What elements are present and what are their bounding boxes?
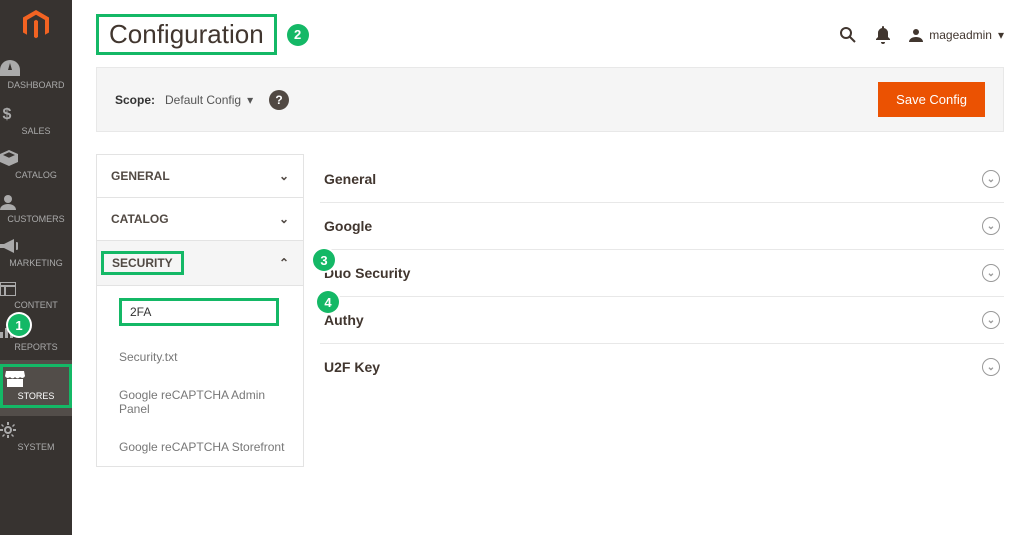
tab-security[interactable]: SECURITY 3 ⌃ [97, 241, 303, 286]
nav-label: SALES [21, 126, 50, 136]
person-icon [0, 194, 72, 210]
section-authy[interactable]: Authy ⌄ [320, 297, 1004, 344]
megaphone-icon [0, 238, 72, 254]
gauge-icon [0, 60, 72, 76]
scope-bar: Scope: Default Config ▾ ? Save Config [96, 67, 1004, 132]
subtab-label: 2FA [119, 298, 279, 326]
nav-label: CATALOG [15, 170, 57, 180]
save-config-button[interactable]: Save Config [878, 82, 985, 117]
chevron-down-icon: ⌄ [279, 169, 289, 183]
nav-system[interactable]: SYSTEM [0, 416, 72, 460]
account-menu[interactable]: mageadmin ▾ [909, 28, 1004, 42]
subtab-label: Security.txt [119, 350, 177, 364]
main-content: Configuration 2 mageadmin ▾ Scope: Defau… [72, 0, 1024, 535]
magento-logo-icon [23, 10, 49, 40]
section-general[interactable]: General ⌄ [320, 156, 1004, 203]
nav-label: REPORTS [14, 342, 57, 352]
section-duo[interactable]: Duo Security ⌄ [320, 250, 1004, 297]
subtab-recaptcha-storefront[interactable]: Google reCAPTCHA Storefront [97, 428, 303, 466]
tab-catalog[interactable]: CATALOG ⌄ [97, 198, 303, 241]
section-label: Google [324, 218, 372, 234]
chevron-down-icon: ⌄ [279, 212, 289, 226]
username: mageadmin [929, 28, 992, 42]
nav-label: CONTENT [14, 300, 58, 310]
help-icon[interactable]: ? [269, 90, 289, 110]
nav-label: STORES [18, 391, 55, 401]
expand-icon: ⌄ [982, 170, 1000, 188]
nav-dashboard[interactable]: DASHBOARD [0, 54, 72, 98]
nav-customers[interactable]: CUSTOMERS [0, 188, 72, 232]
dollar-icon: $ [0, 104, 72, 122]
config-sections: General ⌄ Google ⌄ Duo Security ⌄ Authy … [320, 154, 1004, 467]
search-icon[interactable] [839, 26, 857, 44]
admin-sidebar: DASHBOARD $ SALES CATALOG CUSTOMERS MARK… [0, 0, 72, 535]
svg-text:$: $ [3, 106, 12, 122]
callout-2: 2 [287, 24, 309, 46]
bell-icon[interactable] [875, 26, 891, 44]
expand-icon: ⌄ [982, 264, 1000, 282]
scope-value-dropdown[interactable]: Default Config ▾ [165, 93, 253, 107]
config-tab-list: GENERAL ⌄ CATALOG ⌄ SECURITY 3 ⌃ 2FA 4 [96, 154, 304, 467]
page-title: Configuration [96, 14, 277, 55]
nav-label: MARKETING [9, 258, 63, 268]
section-label: General [324, 171, 376, 187]
nav-content[interactable]: CONTENT [0, 276, 72, 318]
tab-general[interactable]: GENERAL ⌄ [97, 155, 303, 198]
section-label: Authy [324, 312, 364, 328]
section-u2f[interactable]: U2F Key ⌄ [320, 344, 1004, 390]
user-icon [909, 28, 923, 42]
expand-icon: ⌄ [982, 311, 1000, 329]
caret-down-icon: ▾ [247, 93, 253, 107]
section-label: Duo Security [324, 265, 410, 281]
layout-icon [0, 282, 72, 296]
callout-3: 3 [313, 249, 335, 271]
callout-4: 4 [317, 291, 339, 313]
box-icon [0, 150, 72, 166]
subtab-2fa[interactable]: 2FA 4 [97, 286, 303, 338]
subtab-label: Google reCAPTCHA Admin Panel [119, 388, 265, 416]
section-google[interactable]: Google ⌄ [320, 203, 1004, 250]
scope-label: Scope: [115, 93, 155, 107]
gear-icon [0, 422, 72, 438]
nav-catalog[interactable]: CATALOG [0, 144, 72, 188]
caret-down-icon: ▾ [998, 28, 1004, 42]
nav-marketing[interactable]: MARKETING [0, 232, 72, 276]
nav-sales[interactable]: $ SALES [0, 98, 72, 144]
expand-icon: ⌄ [982, 358, 1000, 376]
nav-label: SYSTEM [17, 442, 54, 452]
subtab-securitytxt[interactable]: Security.txt [97, 338, 303, 376]
nav-stores[interactable]: STORES [0, 360, 72, 416]
nav-label: DASHBOARD [7, 80, 64, 90]
tab-label: SECURITY [101, 251, 184, 275]
chevron-up-icon: ⌃ [279, 256, 289, 270]
nav-reports[interactable]: 1 REPORTS [0, 318, 72, 360]
storefront-icon [5, 371, 67, 387]
nav-label: CUSTOMERS [7, 214, 64, 224]
tab-label: GENERAL [111, 169, 170, 183]
callout-1: 1 [8, 314, 30, 336]
expand-icon: ⌄ [982, 217, 1000, 235]
subtab-recaptcha-admin[interactable]: Google reCAPTCHA Admin Panel [97, 376, 303, 428]
section-label: U2F Key [324, 359, 380, 375]
subtab-label: Google reCAPTCHA Storefront [119, 440, 284, 454]
tab-label: CATALOG [111, 212, 169, 226]
